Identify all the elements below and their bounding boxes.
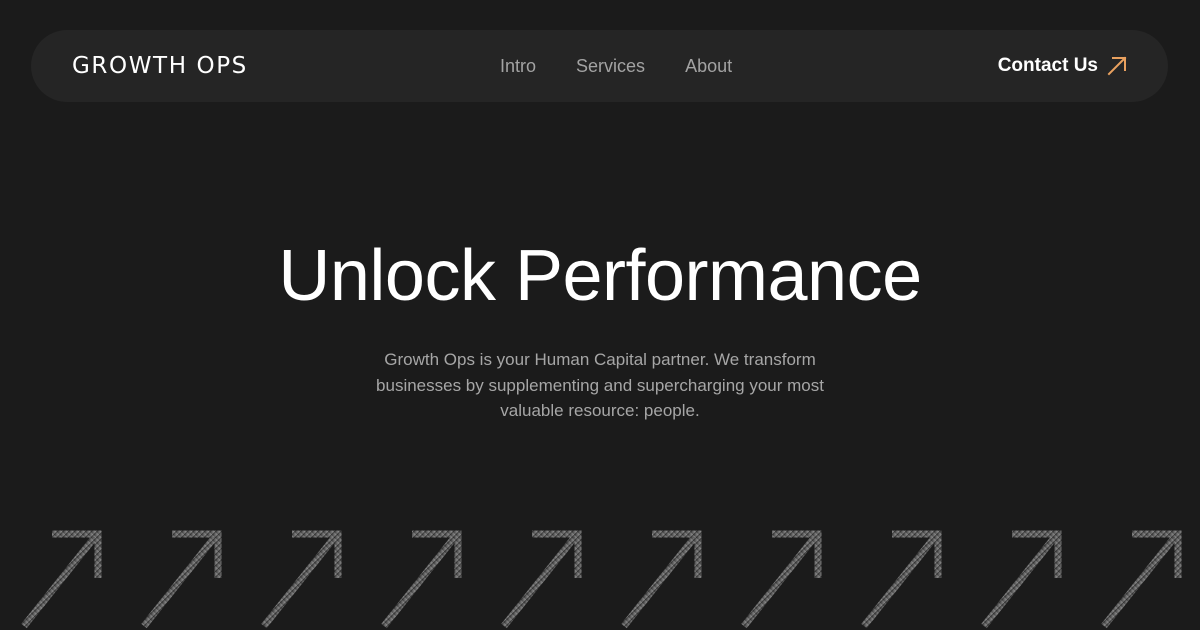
decorative-arrow-icon	[981, 530, 1062, 629]
decorative-arrow-icon	[861, 530, 942, 629]
logo[interactable]: GROWTH OPS	[72, 30, 248, 102]
decorative-arrow-row	[21, 530, 1182, 629]
decorative-arrow-icon	[501, 530, 582, 629]
nav-link-about[interactable]: About	[685, 56, 732, 77]
decorative-arrow-icon	[261, 530, 342, 629]
top-navbar: GROWTH OPS Intro Services About Contact …	[31, 30, 1168, 102]
hero-title: Unlock Performance	[278, 236, 922, 316]
hero-subtitle: Growth Ops is your Human Capital partner…	[376, 350, 824, 420]
decorative-arrow-icon	[741, 530, 822, 629]
arrow-up-right-icon	[1107, 56, 1127, 76]
decorative-arrow-icon	[21, 530, 102, 629]
nav-link-services[interactable]: Services	[576, 56, 645, 77]
decorative-arrow-icon	[621, 530, 702, 629]
nav-links: Intro Services About	[500, 30, 732, 102]
nav-link-intro[interactable]: Intro	[500, 56, 536, 77]
decorative-arrow-icon	[381, 530, 462, 629]
decorative-arrow-icon	[1101, 530, 1182, 629]
contact-us-label: Contact Us	[997, 55, 1098, 76]
decorative-arrow-icon	[141, 530, 222, 629]
contact-us-button[interactable]: Contact Us	[998, 30, 1128, 102]
